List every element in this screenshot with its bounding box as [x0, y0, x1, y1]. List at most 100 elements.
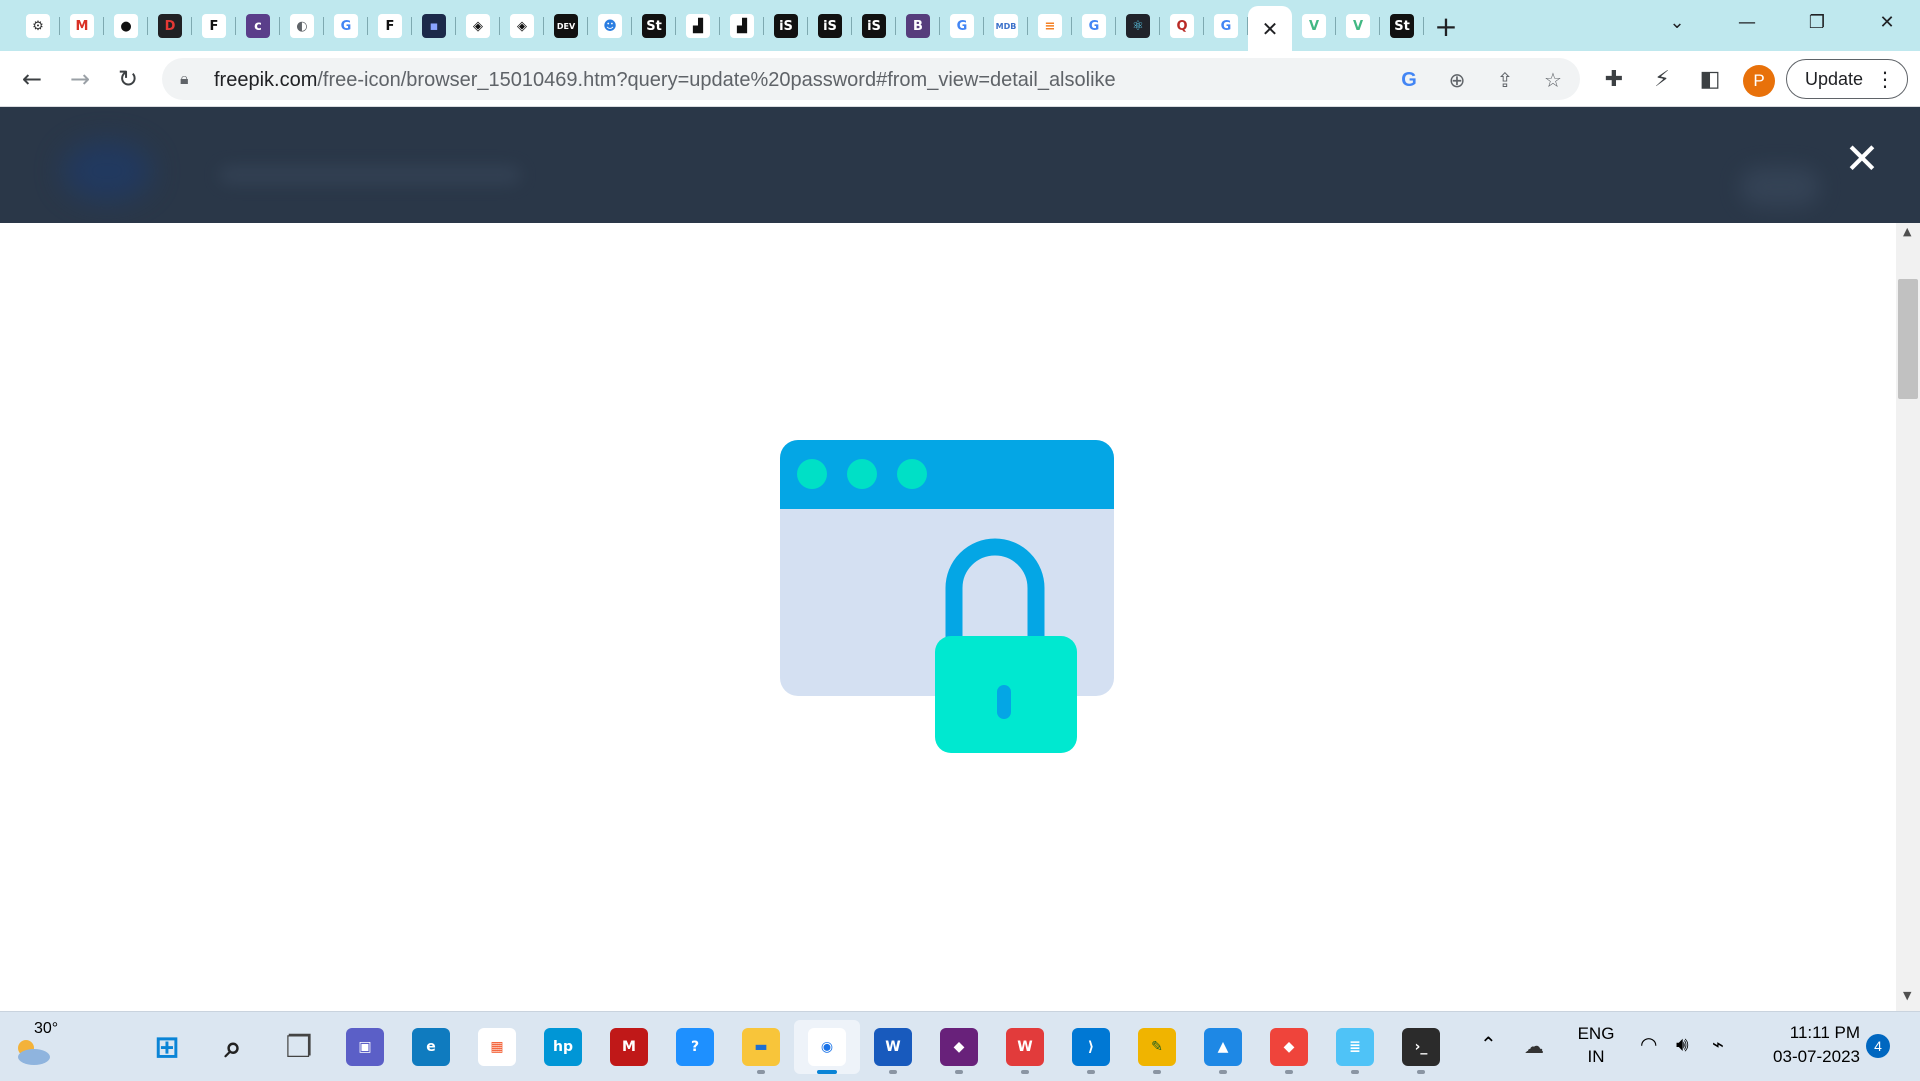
taskbar-app-button[interactable]: M: [596, 1020, 662, 1074]
forward-button[interactable]: →: [62, 61, 98, 97]
browser-tab[interactable]: ▟: [676, 6, 720, 46]
weather-widget[interactable]: 30°: [12, 1020, 72, 1072]
taskbar-app-button[interactable]: e: [398, 1020, 464, 1074]
taskbar-app-button[interactable]: ◆: [1256, 1020, 1322, 1074]
browser-tab[interactable]: G: [1072, 6, 1116, 46]
browser-tab[interactable]: St: [1380, 6, 1424, 46]
url-text[interactable]: freepik.com/free-icon/browser_15010469.h…: [214, 69, 1116, 92]
dark-app-icon: ▪: [422, 14, 446, 38]
wifi-icon[interactable]: ◠: [1640, 1032, 1657, 1056]
taskbar-app-button[interactable]: hp: [530, 1020, 596, 1074]
browser-tab[interactable]: ▪: [412, 6, 456, 46]
new-tab-button[interactable]: +: [1424, 6, 1468, 46]
get-help-icon: ?: [676, 1028, 714, 1066]
taskbar-app-button[interactable]: ▬: [728, 1020, 794, 1074]
taskbar-app-button[interactable]: ⊞: [134, 1020, 200, 1074]
onedrive-cloud-icon[interactable]: ☁: [1524, 1034, 1544, 1058]
browser-tab[interactable]: ⚙: [16, 6, 60, 46]
browser-tab[interactable]: G: [940, 6, 984, 46]
taskbar-app-button[interactable]: ▣: [332, 1020, 398, 1074]
lock-icon[interactable]: 🔒︎: [180, 69, 189, 89]
scroll-down-arrow-icon[interactable]: ▼: [1903, 989, 1911, 1002]
browser-tab[interactable]: ◐: [280, 6, 324, 46]
browser-tab[interactable]: V: [1292, 6, 1336, 46]
taskbar-app-button[interactable]: W: [860, 1020, 926, 1074]
scroll-up-arrow-icon[interactable]: ▲: [1903, 225, 1911, 238]
modal-backdrop[interactable]: ✕: [0, 107, 1920, 223]
taskbar-app-button[interactable]: ≣: [1322, 1020, 1388, 1074]
google-lens-icon[interactable]: G: [1393, 64, 1425, 96]
windows-taskbar: 30° ⊞ ⌕ ❐ ▣ e ▦ hp M? ▬ ◉ W ◆ W ⟩ ✎ ▲ ◆ ≣ ›_ ⌃ ☁ ENG IN ◠ …: [0, 1011, 1920, 1081]
browser-tab[interactable]: ◈: [456, 6, 500, 46]
back-button[interactable]: ←: [14, 61, 50, 97]
close-tab-icon[interactable]: ✕: [1262, 17, 1279, 41]
browser-tab[interactable]: ≡: [1028, 6, 1072, 46]
browser-tab[interactable]: F: [368, 6, 412, 46]
restore-button[interactable]: ❐: [1787, 0, 1847, 44]
side-panel-icon[interactable]: ◧: [1692, 61, 1728, 97]
browser-tab[interactable]: iS: [852, 6, 896, 46]
browser-tab[interactable]: M: [60, 6, 104, 46]
profile-avatar[interactable]: P: [1743, 65, 1775, 97]
share-icon[interactable]: ⇪: [1489, 64, 1521, 96]
browser-tab[interactable]: iS: [808, 6, 852, 46]
taskbar-app-button[interactable]: ⟩: [1058, 1020, 1124, 1074]
notepad-icon: ≣: [1336, 1028, 1374, 1066]
gmail-icon: M: [70, 14, 94, 38]
browser-tab[interactable]: G: [1204, 6, 1248, 46]
taskbar-app-button[interactable]: ✎: [1124, 1020, 1190, 1074]
taskbar-app-button[interactable]: ▲: [1190, 1020, 1256, 1074]
url-path: /free-icon/browser_15010469.htm?query=up…: [317, 69, 1116, 91]
browser-tab[interactable]: iS: [764, 6, 808, 46]
browser-tab[interactable]: MDB: [984, 6, 1028, 46]
browser-tab[interactable]: ●: [104, 6, 148, 46]
minimize-button[interactable]: —: [1717, 0, 1777, 44]
taskbar-app-button[interactable]: ?: [662, 1020, 728, 1074]
taskbar-app-button[interactable]: ◆: [926, 1020, 992, 1074]
language-indicator[interactable]: ENG IN: [1576, 1022, 1616, 1068]
window-close-button[interactable]: ✕: [1857, 0, 1917, 44]
browser-tab[interactable]: Q: [1160, 6, 1204, 46]
update-button[interactable]: Update ⋮: [1786, 59, 1908, 99]
taskbar-app-button[interactable]: ❐: [266, 1020, 332, 1074]
notification-badge[interactable]: 4: [1866, 1034, 1890, 1058]
browser-tab[interactable]: G: [324, 6, 368, 46]
modal-close-icon[interactable]: ✕: [1840, 137, 1884, 181]
browser-tab[interactable]: B: [896, 6, 940, 46]
terminal-icon: ›_: [1402, 1028, 1440, 1066]
performance-icon[interactable]: ⚡: [1644, 61, 1680, 97]
browser-tab[interactable]: ▟: [720, 6, 764, 46]
browser-tab[interactable]: ⚛: [1116, 6, 1160, 46]
address-bar[interactable]: 🔒︎ freepik.com/free-icon/browser_1501046…: [162, 58, 1580, 100]
google-icon: G: [950, 14, 974, 38]
system-clock[interactable]: 11:11 PM 03-07-2023: [1750, 1021, 1860, 1069]
menu-dots-icon[interactable]: ⋮: [1875, 67, 1895, 91]
scrollbar-thumb[interactable]: [1898, 279, 1918, 399]
browser-tab[interactable]: DEV: [544, 6, 588, 46]
browser-tab[interactable]: F: [192, 6, 236, 46]
anydesk-icon: ◆: [1270, 1028, 1308, 1066]
language-line2: IN: [1587, 1047, 1605, 1066]
battery-charging-icon[interactable]: ⌁: [1712, 1032, 1724, 1056]
browser-tab[interactable]: V: [1336, 6, 1380, 46]
browser-tab[interactable]: D: [148, 6, 192, 46]
taskbar-app-button[interactable]: ⌕: [200, 1020, 266, 1074]
browser-tab[interactable]: c: [236, 6, 280, 46]
show-hidden-icons-chevron-icon[interactable]: ⌃: [1480, 1032, 1497, 1056]
tab-search-icon[interactable]: ⌄: [1647, 0, 1707, 44]
taskbar-app-button[interactable]: ◉: [794, 1020, 860, 1074]
reload-button[interactable]: ↻: [110, 61, 146, 97]
browser-tab[interactable]: ◈: [500, 6, 544, 46]
browser-tab[interactable]: ☻: [588, 6, 632, 46]
running-indicator: [1153, 1070, 1161, 1074]
bookmark-star-icon[interactable]: ☆: [1537, 64, 1569, 96]
volume-icon[interactable]: 🔊︎: [1676, 1032, 1689, 1056]
browser-tab[interactable]: St: [632, 6, 676, 46]
extensions-icon[interactable]: ✚: [1596, 61, 1632, 97]
zoom-icon[interactable]: ⊕: [1441, 64, 1473, 96]
taskbar-app-button[interactable]: W: [992, 1020, 1058, 1074]
browser-header-bar: [780, 440, 1114, 509]
taskbar-app-button[interactable]: ›_: [1388, 1020, 1454, 1074]
taskbar-app-button[interactable]: ▦: [464, 1020, 530, 1074]
tab-active[interactable]: ✕: [1248, 6, 1292, 51]
